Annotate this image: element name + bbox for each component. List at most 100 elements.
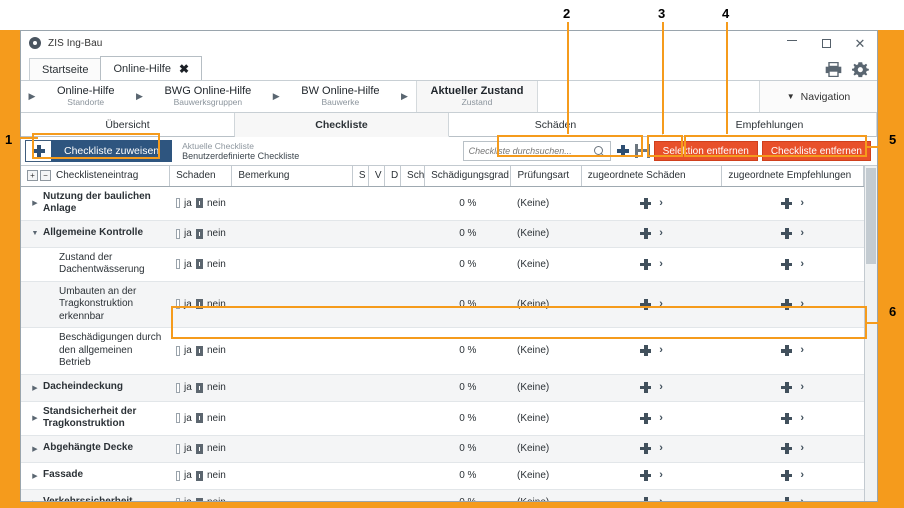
cell-d[interactable] [384,401,400,435]
column-header-d[interactable]: D [384,166,400,186]
plus-icon[interactable] [781,299,792,310]
cell-pruefungsart[interactable]: (Keine) [511,401,581,435]
table-row[interactable]: ▶Standsicherheit der Tragkonstruktionjan… [21,401,864,435]
cell-s[interactable] [352,435,368,462]
cell-v[interactable] [368,247,384,281]
tab-online-hilfe[interactable]: Online-Hilfe ✖ [100,56,202,80]
plus-icon[interactable] [640,382,651,393]
chevron-right-icon[interactable]: › [800,228,804,239]
cell-sch[interactable] [401,401,425,435]
table-row[interactable]: Zustand der Dachentwässerungjanein 0 %(K… [21,247,864,281]
cell-d[interactable] [384,247,400,281]
table-row[interactable]: ▶Fassadejanein 0 %(Keine)›› [21,462,864,489]
cell-s[interactable] [352,281,368,328]
chevron-right-icon[interactable]: › [800,497,804,501]
assign-checklist-button[interactable]: Checkliste zuweisen [51,140,172,162]
cell-pruefungsart[interactable]: (Keine) [511,374,581,401]
cell-v[interactable] [368,462,384,489]
cell-bemerkung[interactable] [232,186,353,220]
cell-sch[interactable] [401,220,425,247]
breadcrumb-item-online-hilfe[interactable]: Online-Hilfe Standorte [43,81,128,112]
checkbox-ja[interactable] [176,471,180,481]
table-row[interactable]: ▶Dacheindeckungjanein 0 %(Keine)›› [21,374,864,401]
search-input[interactable] [469,146,594,156]
cell-pruefungsart[interactable]: (Keine) [511,247,581,281]
chevron-right-icon[interactable]: › [659,345,663,356]
minimize-button[interactable] [775,31,809,55]
cell-pruefungsart[interactable]: (Keine) [511,186,581,220]
cell-pruefungsart[interactable]: (Keine) [511,435,581,462]
chevron-right-icon[interactable]: › [800,259,804,270]
chevron-right-icon[interactable]: › [659,443,663,454]
cell-pruefungsart[interactable]: (Keine) [511,489,581,501]
table-row[interactable]: Beschädigungen durch den allgemeinen Bet… [21,328,864,375]
column-header-s[interactable]: S [352,166,368,186]
column-header-schaedigungsgrad[interactable]: Schädigungsgrad [425,166,511,186]
cell-d[interactable] [384,374,400,401]
chevron-right-icon[interactable]: › [659,413,663,424]
plus-icon[interactable] [640,443,651,454]
cell-bemerkung[interactable] [232,374,353,401]
cell-s[interactable] [352,462,368,489]
checkbox-nein[interactable] [196,198,203,208]
expand-row-icon[interactable]: ▶ [27,472,43,480]
column-header-schaden[interactable]: Schaden [170,166,232,186]
plus-icon[interactable] [781,382,792,393]
plus-icon[interactable] [781,259,792,270]
column-header-v[interactable]: V [368,166,384,186]
chevron-right-icon[interactable]: › [800,299,804,310]
add-entry-button[interactable] [615,142,631,160]
chevron-right-icon[interactable]: › [659,228,663,239]
cell-bemerkung[interactable] [232,247,353,281]
checkbox-ja[interactable] [176,413,180,423]
tab-close-icon[interactable]: ✖ [179,62,189,76]
collapse-all-button[interactable]: − [40,170,51,181]
cell-bemerkung[interactable] [232,462,353,489]
cell-bemerkung[interactable] [232,489,353,501]
table-row[interactable]: Umbauten an der Tragkonstruktion erkennb… [21,281,864,328]
chevron-right-icon[interactable]: › [800,470,804,481]
cell-pruefungsart[interactable]: (Keine) [511,462,581,489]
checkbox-ja[interactable] [176,229,180,239]
cell-sch[interactable] [401,247,425,281]
checkbox-nein[interactable] [196,471,203,481]
cell-s[interactable] [352,374,368,401]
plus-icon[interactable] [640,259,651,270]
cell-d[interactable] [384,462,400,489]
checkbox-ja[interactable] [176,299,180,309]
cell-d[interactable] [384,435,400,462]
plus-icon[interactable] [781,470,792,481]
printer-icon[interactable] [825,62,842,77]
cell-s[interactable] [352,220,368,247]
chevron-right-icon[interactable]: › [800,443,804,454]
expand-row-icon[interactable]: ▶ [27,499,43,502]
cell-s[interactable] [352,186,368,220]
chevron-right-icon[interactable]: › [659,470,663,481]
chevron-right-icon[interactable]: › [659,198,663,209]
column-header-bemerkung[interactable]: Bemerkung [232,166,353,186]
column-header-pruefungsart[interactable]: Prüfungsart [511,166,581,186]
plus-icon[interactable] [781,345,792,356]
tab-schaeden[interactable]: Schäden [449,113,663,137]
plus-icon[interactable] [781,443,792,454]
plus-icon[interactable] [781,497,792,501]
cell-v[interactable] [368,328,384,375]
cell-d[interactable] [384,281,400,328]
column-header-zugeordnete-schaeden[interactable]: zugeordnete Schäden [581,166,722,186]
table-row[interactable]: ▶Abgehängte Deckejanein 0 %(Keine)›› [21,435,864,462]
plus-icon[interactable] [781,198,792,209]
cell-s[interactable] [352,401,368,435]
cell-v[interactable] [368,220,384,247]
cell-v[interactable] [368,374,384,401]
cell-bemerkung[interactable] [232,281,353,328]
column-header-sch[interactable]: Sch [401,166,425,186]
plus-icon[interactable] [640,228,651,239]
chevron-right-icon[interactable]: › [800,413,804,424]
cell-bemerkung[interactable] [232,401,353,435]
checkbox-ja[interactable] [176,259,180,269]
checkbox-nein[interactable] [196,498,203,502]
search-box[interactable] [463,141,611,161]
cell-bemerkung[interactable] [232,220,353,247]
gear-icon[interactable] [852,61,869,78]
checkbox-ja[interactable] [176,383,180,393]
